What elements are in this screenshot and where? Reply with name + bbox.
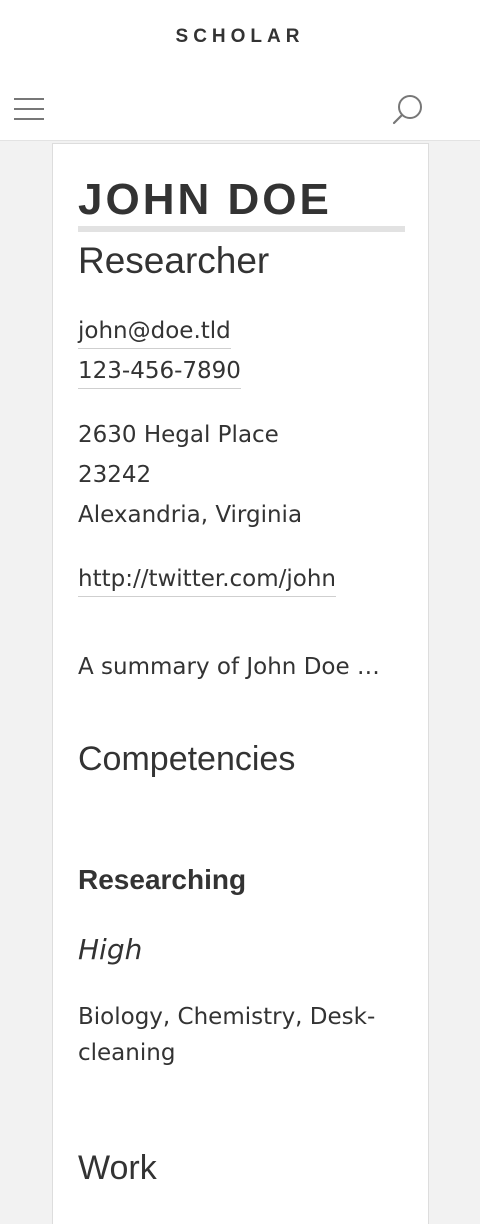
search-button[interactable]: [388, 90, 428, 130]
menu-button[interactable]: [14, 96, 46, 122]
competency-keywords: Biology, Chemistry, Desk-cleaning: [78, 1004, 376, 1066]
person-name: JOHN DOE: [78, 175, 332, 224]
name-underline-rule: [78, 226, 405, 232]
phone-link[interactable]: 123-456-7890: [78, 356, 241, 389]
work-heading: Work: [78, 1149, 157, 1187]
competency-name: Researching: [78, 864, 247, 895]
search-icon: [392, 95, 422, 125]
address-line: 2630 Hegal Place: [78, 422, 279, 448]
city-region: Alexandria, Virginia: [78, 502, 303, 528]
competencies-heading: Competencies: [78, 740, 296, 778]
postal-code: 23242: [78, 462, 152, 488]
hamburger-menu-icon: [14, 98, 44, 100]
competency-level: High: [78, 933, 143, 966]
resume-card: JOHN DOE Researcher john@doe.tld 123-456…: [52, 143, 429, 1224]
email-link[interactable]: john@doe.tld: [78, 316, 231, 349]
summary-text: A summary of John Doe …: [78, 654, 380, 680]
site-brand[interactable]: SCHOLAR: [0, 26, 480, 48]
website-link[interactable]: http://twitter.com/john: [78, 564, 337, 597]
person-role: Researcher: [78, 240, 270, 281]
top-navigation-bar: SCHOLAR: [0, 0, 480, 141]
